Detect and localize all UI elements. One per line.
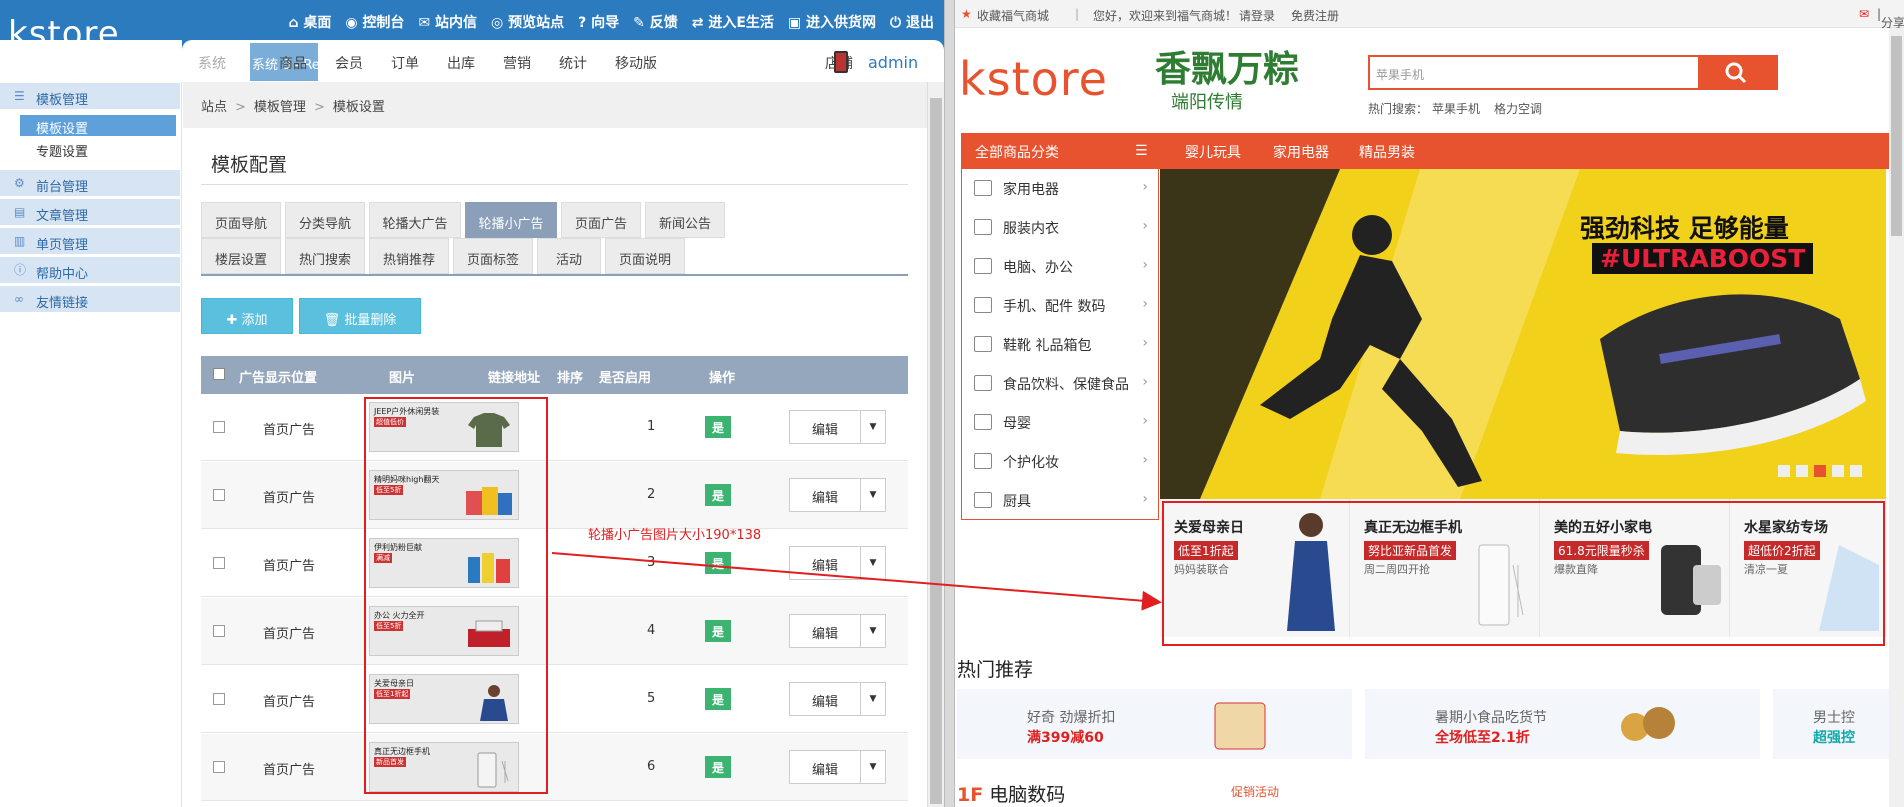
annotation-arrow <box>551 552 1162 611</box>
screen: kstore ⌂ 桌面 ◉ 控制台 ✉ 站内信 ◎ 预览站点 ? 向导 ✎ 反馈… <box>0 0 1904 807</box>
